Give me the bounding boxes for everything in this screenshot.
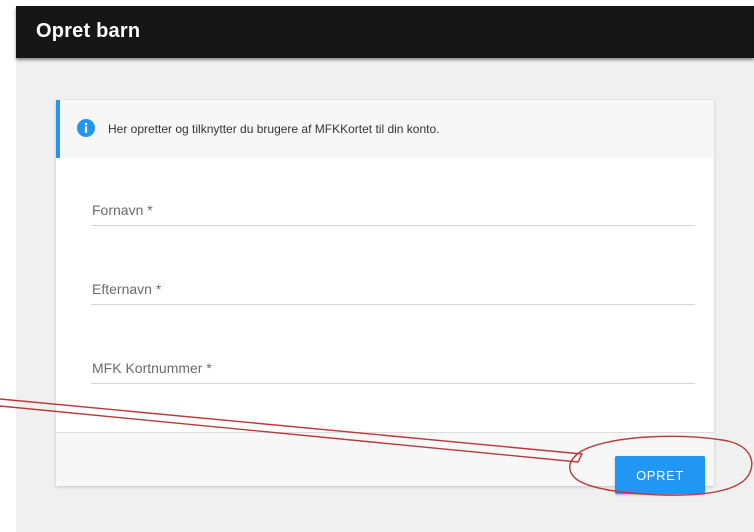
card-footer: OPRET bbox=[56, 433, 714, 494]
last-name-field[interactable]: Efternavn * bbox=[91, 275, 695, 305]
create-child-card: Her opretter og tilknytter du brugere af… bbox=[56, 100, 714, 494]
card-number-input[interactable] bbox=[91, 354, 695, 383]
last-name-input[interactable] bbox=[91, 275, 695, 304]
info-text: Her opretter og tilknytter du brugere af… bbox=[108, 122, 440, 136]
app-bar: Opret barn bbox=[16, 6, 754, 58]
page-title: Opret barn bbox=[36, 20, 141, 42]
info-banner: Her opretter og tilknytter du brugere af… bbox=[56, 100, 714, 158]
card-number-field[interactable]: MFK Kortnummer * bbox=[91, 354, 695, 384]
create-button[interactable]: OPRET bbox=[615, 456, 705, 494]
first-name-input[interactable] bbox=[91, 196, 695, 225]
first-name-field[interactable]: Fornavn * bbox=[91, 196, 695, 226]
info-icon bbox=[77, 119, 95, 137]
